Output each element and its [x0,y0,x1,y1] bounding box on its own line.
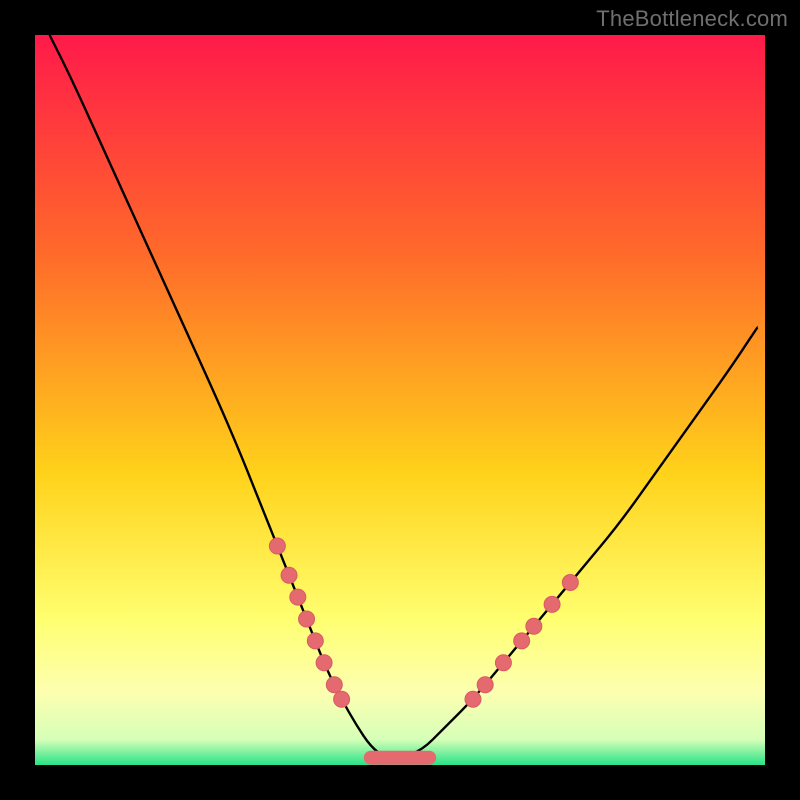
marker-dot [299,611,315,627]
marker-dot [281,567,297,583]
marker-dot [290,589,306,605]
marker-dot [334,691,350,707]
marker-dot [307,633,323,649]
plot-area [35,35,765,765]
marker-dot [269,538,285,554]
chart-svg [35,35,765,765]
marker-dot [477,677,493,693]
outer-frame: TheBottleneck.com [0,0,800,800]
marker-dot [514,633,530,649]
marker-dot [316,655,332,671]
marker-dot [562,575,578,591]
marker-dot [465,691,481,707]
marker-dot [526,618,542,634]
marker-dot [544,596,560,612]
marker-dot [326,677,342,693]
bottleneck-curve [50,35,758,758]
marker-dot [495,655,511,671]
watermark-text: TheBottleneck.com [596,6,788,32]
